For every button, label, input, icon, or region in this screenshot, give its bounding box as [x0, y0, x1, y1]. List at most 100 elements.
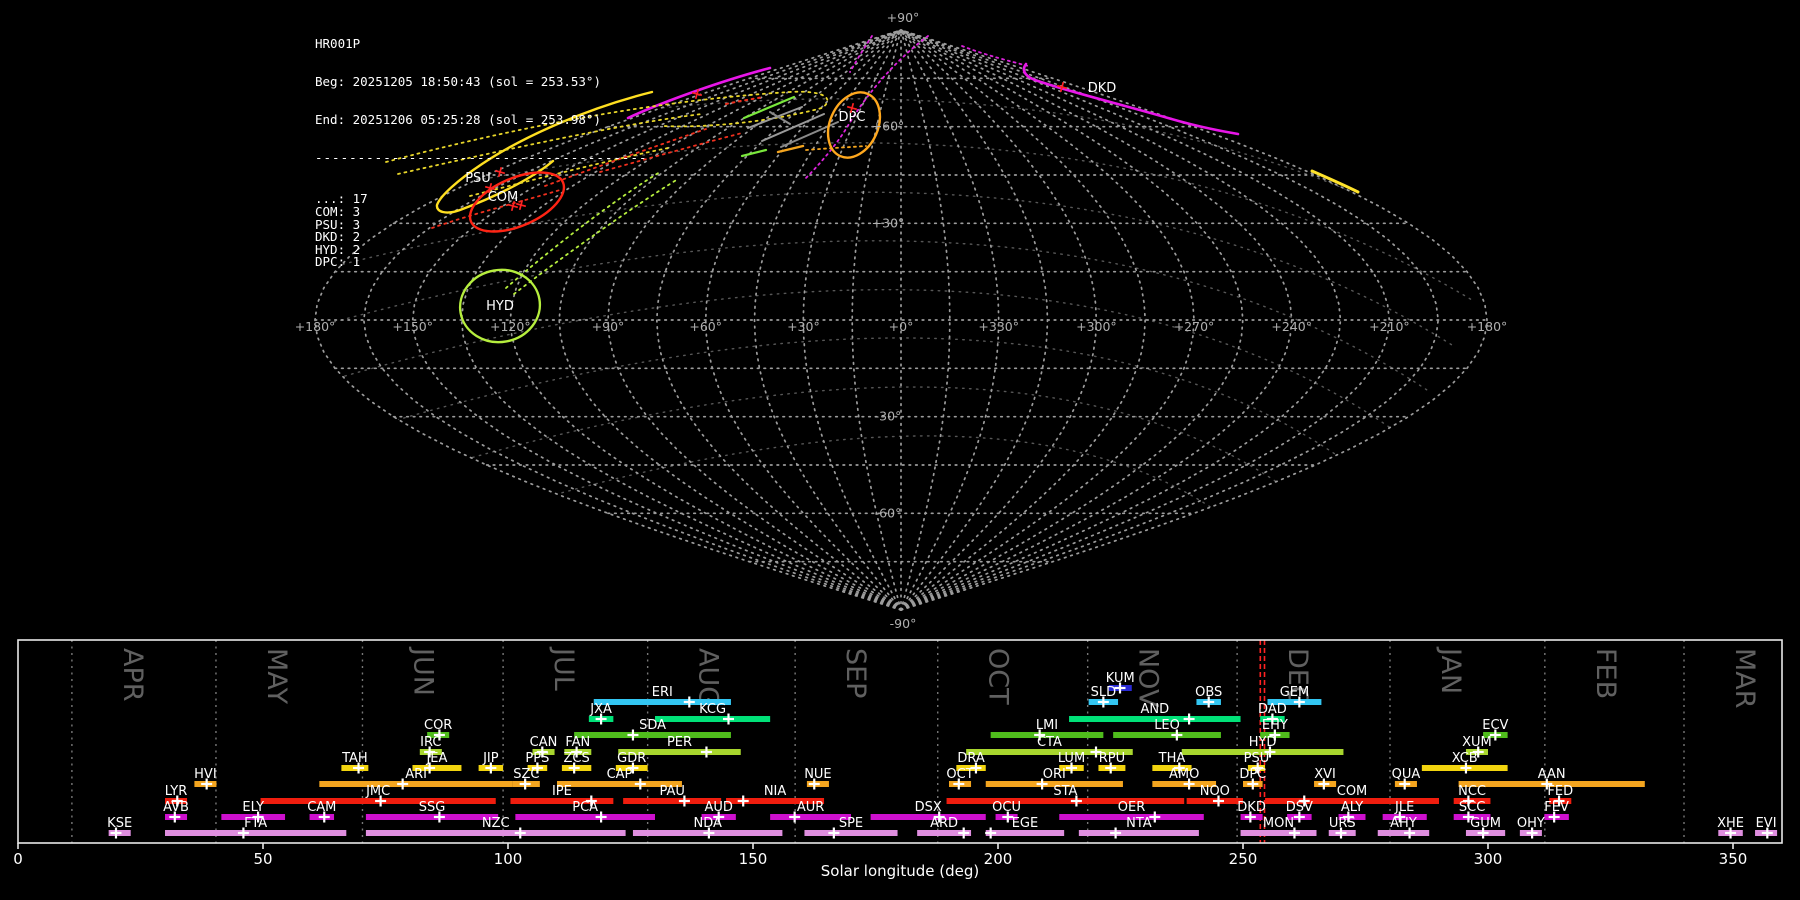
- longitude-label: +270°: [1174, 319, 1215, 334]
- shower-label-FED: FED: [1547, 784, 1573, 799]
- month-label-MAY: MAY: [261, 648, 292, 705]
- longitude-label: +210°: [1369, 319, 1410, 334]
- shower-label-OHY: OHY: [1517, 816, 1545, 831]
- shower-label-ERI: ERI: [652, 685, 673, 700]
- shower-label-STA: STA: [1053, 784, 1077, 799]
- shower-label-ORI: ORI: [1043, 767, 1066, 782]
- shower-count-list: ...: 17 COM: 3 PSU: 3 DKD: 2 HYD: 2 DPC: 1: [315, 193, 648, 269]
- shower-label-AUR: AUR: [797, 800, 824, 815]
- shower-label-IPE: IPE: [552, 784, 572, 799]
- shower-label-URS: URS: [1329, 816, 1356, 831]
- obs-begin-time: Beg: 20251205 18:50:43 (sol = 253.53°): [315, 73, 601, 89]
- longitude-label: +300°: [1076, 319, 1117, 334]
- x-tick-label-300: 300: [1474, 850, 1503, 868]
- shower-label-COR: COR: [424, 718, 452, 733]
- latitude-label: -30°: [875, 409, 902, 424]
- shower-label-CAP: CAP: [607, 767, 633, 782]
- x-tick-label-100: 100: [494, 850, 523, 868]
- month-label-OCT: OCT: [983, 648, 1014, 705]
- x-tick-label-200: 200: [984, 850, 1013, 868]
- shower-label-THA: THA: [1158, 751, 1186, 766]
- shower-label-NIA: NIA: [764, 784, 787, 799]
- shower-label-MON: MON: [1263, 816, 1294, 831]
- shower-label-EGE: EGE: [1012, 816, 1039, 831]
- shower-label-OCT: OCT: [946, 767, 973, 782]
- shower-label-PCA: PCA: [572, 800, 598, 815]
- longitude-label: +90°: [592, 319, 625, 334]
- shower-label-NDA: NDA: [693, 816, 722, 831]
- activity-timeline-chart: APR MAY JUN JUL AUG SEP OCT NOV DEC JAN FEB MARKUME…: [13, 639, 1783, 868]
- longitude-label: +120°: [490, 319, 531, 334]
- shower-label-FEV: FEV: [1544, 800, 1569, 815]
- month-label-SEP: SEP: [840, 648, 871, 698]
- shower-label-SZC: SZC: [513, 767, 539, 782]
- month-label-FEB: FEB: [1590, 648, 1621, 699]
- shower-label-PSU: PSU: [1244, 751, 1270, 766]
- shower-count-line: ...: 17: [315, 191, 368, 207]
- longitude-label: +180°: [1467, 319, 1508, 334]
- shower-label-XCB: XCB: [1452, 751, 1478, 766]
- radiant-label-DKD: DKD: [1088, 81, 1117, 96]
- latitude-label: -60°: [875, 505, 902, 520]
- x-tick-label-350: 350: [1719, 850, 1748, 868]
- shower-label-XVI: XVI: [1314, 767, 1336, 782]
- longitude-label: +30°: [787, 319, 820, 334]
- shower-count-line: DKD: 2: [315, 229, 361, 245]
- shower-label-AMO: AMO: [1169, 767, 1199, 782]
- shower-label-SDA: SDA: [639, 718, 666, 733]
- observation-info: HR001P Beg: 20251205 18:50:43 (sol = 253…: [315, 13, 648, 281]
- shower-label-GDR: GDR: [617, 751, 646, 766]
- longitude-label: +330°: [978, 319, 1019, 334]
- latitude-label: +30°: [872, 215, 905, 230]
- shower-label-LYR: LYR: [165, 784, 188, 799]
- shower-label-GEM: GEM: [1280, 685, 1310, 700]
- yellow-trail-segment: [1310, 169, 1360, 194]
- orange-dotted-trail: [805, 145, 867, 151]
- dkd-drift-trail: [1022, 62, 1240, 136]
- gray-trail-segment: [747, 106, 803, 129]
- oblique-grid-arc: [349, 337, 1369, 479]
- shower-label-ELY: ELY: [242, 800, 264, 815]
- shower-label-GUM: GUM: [1470, 816, 1501, 831]
- shower-label-ZCS: ZCS: [563, 751, 589, 766]
- x-tick-label-150: 150: [739, 850, 768, 868]
- latitude-label: +60°: [872, 119, 905, 134]
- month-label-JUN: JUN: [407, 646, 438, 696]
- month-label-JAN: JAN: [1435, 646, 1466, 694]
- x-tick-label-50: 50: [253, 850, 272, 868]
- pole-label-north: +90°: [887, 10, 920, 25]
- month-label-NOV: NOV: [1133, 648, 1164, 708]
- shower-label-NCC: NCC: [1458, 784, 1486, 799]
- x-tick-label-250: 250: [1229, 850, 1258, 868]
- shower-label-DKD: DKD: [1237, 800, 1266, 815]
- shower-label-JMC: JMC: [365, 784, 390, 799]
- shower-count-line: COM: 3: [315, 203, 361, 219]
- shower-label-SCC: SCC: [1459, 800, 1485, 815]
- radiant-map-and-activity-chart: PSU COM HYD DPC DKD +90° -90° +60° +30° -30° -60°…: [13, 10, 1783, 880]
- station-id: HR001P: [315, 36, 361, 52]
- shower-label-TAH: TAH: [341, 751, 368, 766]
- longitude-label: +180°: [295, 319, 336, 334]
- month-label-JUL: JUL: [548, 646, 579, 691]
- shower-label-KCG: KCG: [699, 702, 726, 717]
- shower-label-OCU: OCU: [992, 800, 1021, 815]
- shower-label-NOO: NOO: [1200, 784, 1230, 799]
- shower-label-ARI: ARI: [405, 767, 427, 782]
- shower-label-KSE: KSE: [107, 816, 132, 831]
- shower-label-FTA: FTA: [244, 816, 267, 831]
- shower-label-OER: OER: [1118, 800, 1145, 815]
- longitude-label: +60°: [689, 319, 722, 334]
- shower-label-AVB: AVB: [163, 800, 189, 815]
- pole-label-south: -90°: [890, 616, 917, 631]
- shower-label-EVI: EVI: [1756, 816, 1777, 831]
- month-label-MAR: MAR: [1729, 648, 1760, 709]
- shower-label-AAN: AAN: [1538, 767, 1566, 782]
- shower-label-NTA: NTA: [1126, 816, 1152, 831]
- obs-end-time: End: 20251206 05:25:28 (sol = 253.98°): [315, 111, 601, 127]
- shower-label-XUM: XUM: [1462, 735, 1492, 750]
- longitude-label: +0°: [889, 319, 914, 334]
- shower-label-NUE: NUE: [804, 767, 831, 782]
- shower-label-IRC: IRC: [420, 735, 441, 750]
- shower-label-HVI: HVI: [194, 767, 217, 782]
- longitude-label: +150°: [392, 319, 433, 334]
